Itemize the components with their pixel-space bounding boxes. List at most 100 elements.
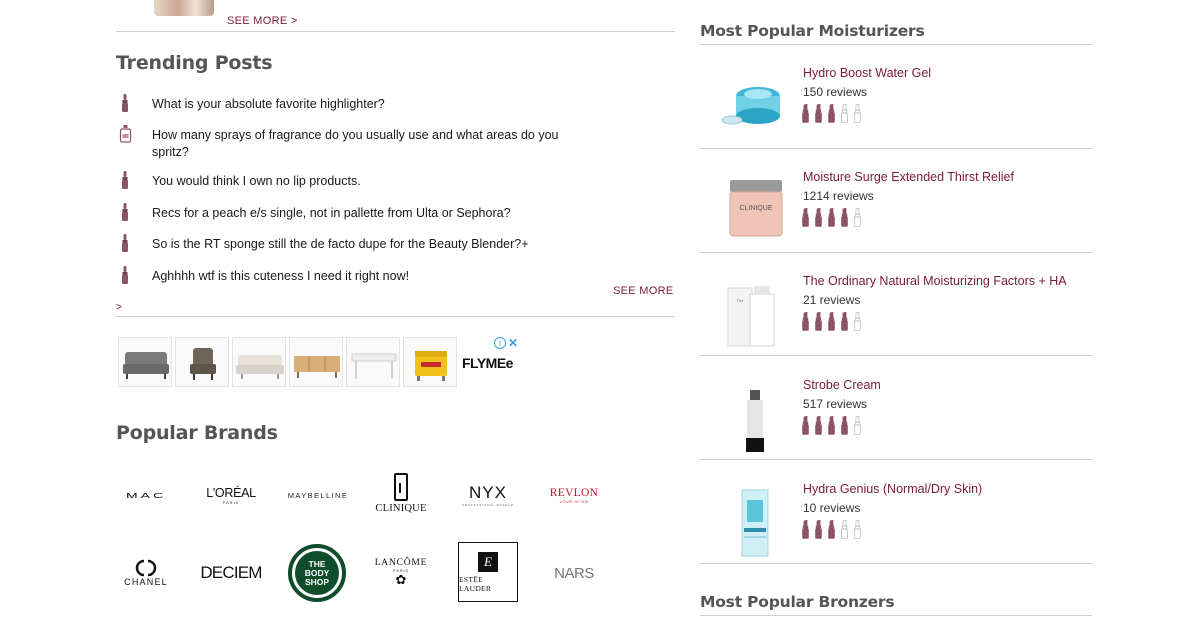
- product-image-moisture-surge[interactable]: CLINIQUE: [720, 174, 788, 246]
- lipstick-empty-icon: [854, 416, 861, 435]
- brand-logo-chanel[interactable]: CHANEL: [116, 555, 176, 591]
- lipstick-filled-icon: [828, 208, 835, 227]
- divider: [116, 316, 675, 317]
- lipstick-filled-icon: [815, 312, 822, 331]
- ad-product-sofa[interactable]: [118, 337, 172, 387]
- trending-post[interactable]: Recs for a peach e/s single, not in pall…: [116, 203, 656, 225]
- product-name[interactable]: Moisture Surge Extended Thirst Relief: [803, 170, 1014, 184]
- see-more-link[interactable]: SEE MORE >: [227, 15, 298, 27]
- product-name[interactable]: Strobe Cream: [803, 378, 881, 392]
- product-card[interactable]: Strobe Cream 517 reviews: [700, 368, 1092, 472]
- desk-image: [351, 353, 397, 379]
- divider: [700, 252, 1092, 253]
- trending-post-title[interactable]: What is your absolute favorite highlight…: [152, 96, 562, 113]
- divider: [116, 31, 675, 32]
- product-reviews: 150 reviews: [803, 85, 868, 99]
- product-card[interactable]: CLINIQUE Moisture Surge Extended Thirst …: [700, 160, 1092, 264]
- trending-post-title[interactable]: Recs for a peach e/s single, not in pall…: [152, 205, 562, 222]
- ad-product-cooler[interactable]: [403, 337, 457, 387]
- lipstick-icon: [122, 94, 128, 112]
- chair-image: [190, 348, 216, 380]
- ad-product-desk[interactable]: [346, 337, 400, 387]
- ad-close-icon[interactable]: ✕: [508, 336, 518, 350]
- brand-logo-lancome[interactable]: LANCÔME PARIS ✿: [371, 552, 431, 592]
- trending-post[interactable]: How many sprays of fragrance do you usua…: [116, 125, 656, 163]
- most-popular-moisturizers-heading: Most Popular Moisturizers: [700, 22, 925, 40]
- trending-post-title[interactable]: How many sprays of fragrance do you usua…: [152, 127, 562, 161]
- lipstick-filled-icon: [828, 104, 835, 123]
- lipstick-filled-icon: [841, 416, 848, 435]
- lipstick-rating: [802, 208, 861, 228]
- svg-text:CLINIQUE: CLINIQUE: [739, 205, 772, 212]
- lipstick-empty-icon: [841, 520, 848, 539]
- ad-info-icon[interactable]: i: [494, 337, 506, 349]
- trending-post-title[interactable]: You would think I own no lip products.: [152, 173, 562, 190]
- brand-logo-mac[interactable]: MAC: [116, 480, 176, 510]
- brand-logo-estee-lauder[interactable]: E ESTĒE LAUDER: [458, 542, 518, 602]
- ad-brand-logo[interactable]: FLYMEe: [462, 355, 513, 371]
- brand-logo-revlon[interactable]: REVLON LOVE IS ON: [544, 480, 604, 510]
- product-card[interactable]: Hydra Genius (Normal/Dry Skin) 10 review…: [700, 472, 1092, 576]
- brand-logo-loreal[interactable]: L'ORÉAL PARIS: [198, 480, 264, 510]
- right-column: Most Popular Moisturizers Hydro Boost Wa…: [700, 0, 1092, 630]
- ad-banner[interactable]: FLYMEe i ✕: [118, 336, 518, 389]
- product-reviews: 10 reviews: [803, 501, 861, 515]
- lipstick-empty-icon: [854, 208, 861, 227]
- product-card[interactable]: Hydro Boost Water Gel 150 reviews: [700, 56, 1092, 160]
- trending-post-title[interactable]: Aghhhh wtf is this cuteness I need it ri…: [152, 268, 562, 285]
- lipstick-filled-icon: [828, 312, 835, 331]
- sofa-image: [123, 352, 169, 379]
- lipstick-filled-icon: [802, 208, 809, 227]
- divider: [700, 355, 1092, 356]
- perfume-icon: [119, 125, 132, 143]
- chanel-cc-icon: [135, 559, 157, 577]
- sideboard-image: [294, 356, 340, 378]
- product-card[interactable]: The The Ordinary Natural Moisturizing Fa…: [700, 264, 1092, 368]
- product-name[interactable]: The Ordinary Natural Moisturizing Factor…: [803, 274, 1067, 288]
- most-popular-bronzers-heading: Most Popular Bronzers: [700, 593, 895, 611]
- product-reviews: 21 reviews: [803, 293, 861, 307]
- divider: [700, 459, 1092, 460]
- cooler-image: [415, 351, 447, 381]
- lipstick-empty-icon: [854, 520, 861, 539]
- lipstick-filled-icon: [802, 416, 809, 435]
- see-more-caret[interactable]: >: [116, 302, 122, 313]
- trending-post[interactable]: Aghhhh wtf is this cuteness I need it ri…: [116, 266, 656, 288]
- product-reviews: 517 reviews: [803, 397, 868, 411]
- clinique-mark: [394, 472, 408, 501]
- product-image-strobe-cream[interactable]: [720, 382, 788, 454]
- lipstick-filled-icon: [802, 520, 809, 539]
- product-reviews: 1214 reviews: [803, 189, 874, 203]
- estee-lauder-monogram: E: [478, 551, 498, 572]
- product-image-hydro-boost[interactable]: [720, 70, 788, 142]
- lipstick-filled-icon: [815, 208, 822, 227]
- brand-logo-deciem[interactable]: DECIEM: [198, 558, 264, 588]
- product-name[interactable]: Hydro Boost Water Gel: [803, 66, 931, 80]
- left-column: SEE MORE > Trending Posts What is your a…: [116, 0, 676, 630]
- product-image-the-ordinary[interactable]: The: [720, 278, 788, 350]
- lipstick-icon: [122, 266, 128, 284]
- lipstick-filled-icon: [828, 416, 835, 435]
- trending-post[interactable]: So is the RT sponge still the de facto d…: [116, 234, 656, 256]
- ad-product-sideboard[interactable]: [289, 337, 343, 387]
- brand-logo-the-body-shop[interactable]: THE BODY SHOP: [286, 542, 348, 604]
- brand-logo-clinique[interactable]: CLINIQUE: [372, 466, 430, 520]
- product-name[interactable]: Hydra Genius (Normal/Dry Skin): [803, 482, 982, 496]
- brand-logo-maybelline[interactable]: MAYBELLINE: [285, 480, 351, 510]
- lipstick-filled-icon: [815, 520, 822, 539]
- brand-logo-nyx[interactable]: NYX PROFESSIONAL MAKEUP: [458, 480, 518, 510]
- see-more-posts-link[interactable]: SEE MORE: [613, 285, 673, 297]
- ad-product-couch[interactable]: [232, 337, 286, 387]
- product-image-hydra-genius[interactable]: [720, 486, 788, 558]
- trending-post[interactable]: What is your absolute favorite highlight…: [116, 94, 656, 116]
- previous-item-thumbnail[interactable]: [154, 0, 214, 16]
- ad-product-chair[interactable]: [175, 337, 229, 387]
- svg-text:The: The: [737, 298, 745, 303]
- lipstick-empty-icon: [841, 104, 848, 123]
- lipstick-icon: [122, 203, 128, 221]
- trending-post[interactable]: You would think I own no lip products.: [116, 171, 656, 193]
- divider: [700, 44, 1092, 45]
- trending-post-title[interactable]: So is the RT sponge still the de facto d…: [152, 236, 562, 253]
- lipstick-filled-icon: [815, 104, 822, 123]
- brand-logo-nars[interactable]: NARS: [544, 558, 604, 588]
